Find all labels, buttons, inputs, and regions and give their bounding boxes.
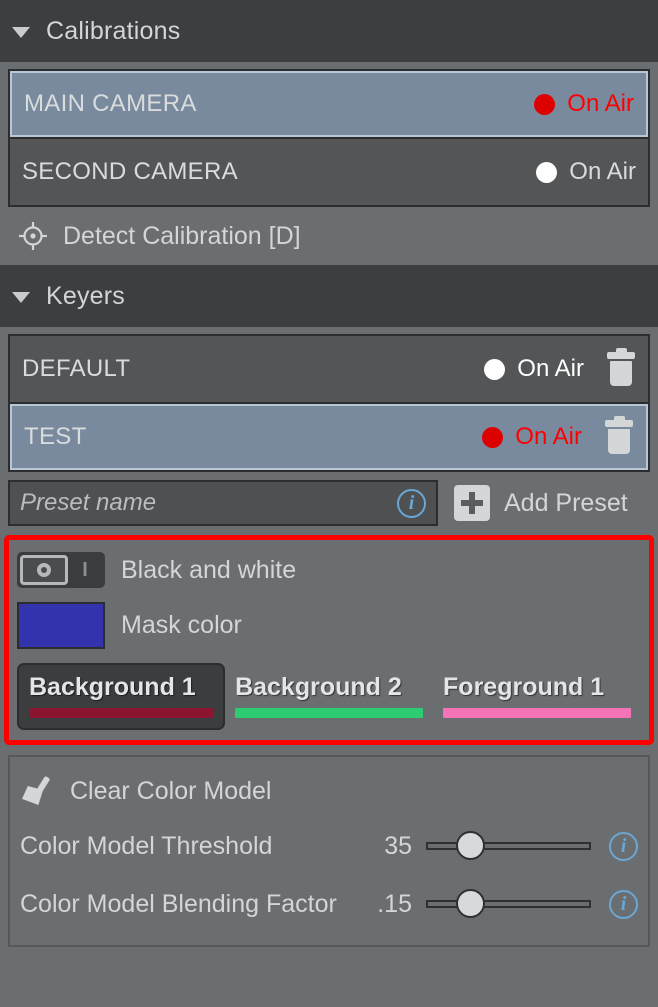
- sample-color-bar: [443, 708, 631, 718]
- sample-color-bar: [29, 708, 214, 718]
- mask-color-label: Mask color: [121, 611, 242, 639]
- section-header-keyers[interactable]: Keyers: [0, 265, 658, 327]
- keyer-row-test[interactable]: TEST On Air: [10, 404, 648, 470]
- clear-color-model-button[interactable]: Clear Color Model: [20, 765, 638, 817]
- trash-lid: [607, 348, 635, 359]
- caret-down-icon[interactable]: [12, 292, 30, 303]
- preset-name-placeholder: Preset name: [20, 489, 157, 516]
- sample-buttons-row: Background 1 Background 2 Foreground 1: [17, 663, 641, 730]
- on-air-dot-icon: [484, 358, 506, 380]
- keyer-row-default[interactable]: DEFAULT On Air: [10, 336, 648, 402]
- calibrations-list: MAIN CAMERA On Air SECOND CAMERA On Air: [8, 69, 650, 207]
- color-model-blending-factor-row: Color Model Blending Factor .15 i: [20, 875, 638, 933]
- preset-controls: Preset name i Add Preset: [8, 480, 650, 526]
- trash-icon[interactable]: [606, 348, 636, 386]
- clear-color-model-label: Clear Color Model: [70, 776, 272, 805]
- on-air-label: On Air: [515, 423, 582, 450]
- color-model-panel: Clear Color Model Color Model Threshold …: [8, 755, 650, 947]
- keyer-name: TEST: [24, 423, 87, 450]
- on-air-label: On Air: [567, 90, 634, 117]
- add-preset-label: Add Preset: [504, 488, 628, 517]
- sample-label: Background 1: [29, 673, 196, 701]
- sample-label: Background 2: [235, 673, 402, 701]
- power-off-icon: [37, 563, 51, 577]
- sample-label: Foreground 1: [443, 673, 605, 701]
- slider-knob[interactable]: [455, 831, 485, 860]
- preset-name-input[interactable]: Preset name i: [8, 480, 438, 526]
- sample-button-background-1[interactable]: Background 1: [17, 663, 226, 730]
- sample-button-foreground-1[interactable]: Foreground 1: [433, 663, 641, 730]
- crosshair-target-icon: [19, 222, 47, 250]
- section-title-calibrations: Calibrations: [46, 16, 181, 45]
- color-model-threshold-row: Color Model Threshold 35 i: [20, 817, 638, 875]
- color-model-blending-factor-value: .15: [377, 889, 412, 918]
- keyer-settings-panel: Calibrations MAIN CAMERA On Air SECOND C…: [0, 0, 658, 1007]
- detect-calibration-button[interactable]: Detect Calibration [D]: [0, 207, 658, 265]
- black-and-white-label: Black and white: [121, 555, 297, 584]
- calibration-name: SECOND CAMERA: [22, 158, 238, 185]
- info-icon[interactable]: i: [397, 488, 426, 518]
- color-model-blending-factor-slider[interactable]: [426, 889, 591, 919]
- on-air-label: On Air: [517, 355, 584, 382]
- black-and-white-toggle[interactable]: I: [17, 552, 105, 588]
- trash-body: [610, 361, 632, 386]
- plus-icon: [454, 485, 490, 521]
- section-header-calibrations[interactable]: Calibrations: [0, 0, 658, 62]
- on-air-indicator[interactable]: On Air: [536, 158, 636, 186]
- black-and-white-row: I Black and white: [17, 548, 641, 592]
- trash-icon[interactable]: [604, 416, 634, 454]
- trash-lid: [605, 416, 633, 427]
- color-model-threshold-label: Color Model Threshold: [20, 831, 273, 860]
- on-air-indicator[interactable]: On Air: [482, 423, 582, 451]
- color-model-blending-factor-label: Color Model Blending Factor: [20, 889, 337, 918]
- on-air-dot-icon: [482, 426, 504, 448]
- mask-color-row: Mask color: [17, 602, 641, 649]
- toggle-off-knob: [20, 555, 68, 585]
- info-icon[interactable]: i: [609, 831, 638, 861]
- on-air-label: On Air: [569, 158, 636, 185]
- highlighted-sampling-group: I Black and white Mask color Background …: [4, 535, 654, 745]
- on-air-indicator[interactable]: On Air: [484, 355, 584, 383]
- slider-rail: [426, 842, 591, 850]
- on-air-dot-icon: [534, 93, 556, 115]
- add-preset-button[interactable]: Add Preset: [454, 485, 628, 521]
- color-model-threshold-slider[interactable]: [426, 831, 591, 861]
- calibration-row-main-camera[interactable]: MAIN CAMERA On Air: [10, 71, 648, 137]
- info-icon[interactable]: i: [609, 889, 638, 919]
- calibration-row-second-camera[interactable]: SECOND CAMERA On Air: [10, 139, 648, 205]
- slider-knob[interactable]: [455, 889, 485, 918]
- caret-down-icon[interactable]: [12, 27, 30, 38]
- mask-color-swatch[interactable]: [17, 602, 105, 649]
- keyers-list: DEFAULT On Air TEST On Air: [8, 334, 650, 472]
- broom-icon: [20, 774, 54, 808]
- trash-body: [608, 429, 630, 454]
- detect-calibration-label: Detect Calibration [D]: [63, 221, 301, 250]
- color-model-threshold-value: 35: [384, 831, 412, 860]
- sample-color-bar: [235, 708, 424, 718]
- toggle-on-glyph: I: [82, 558, 88, 581]
- section-title-keyers: Keyers: [46, 281, 126, 310]
- calibration-name: MAIN CAMERA: [24, 90, 197, 117]
- slider-rail: [426, 900, 591, 908]
- on-air-indicator[interactable]: On Air: [534, 90, 634, 118]
- on-air-dot-icon: [536, 161, 558, 183]
- sample-button-background-2[interactable]: Background 2: [225, 663, 433, 730]
- keyer-name: DEFAULT: [22, 355, 131, 382]
